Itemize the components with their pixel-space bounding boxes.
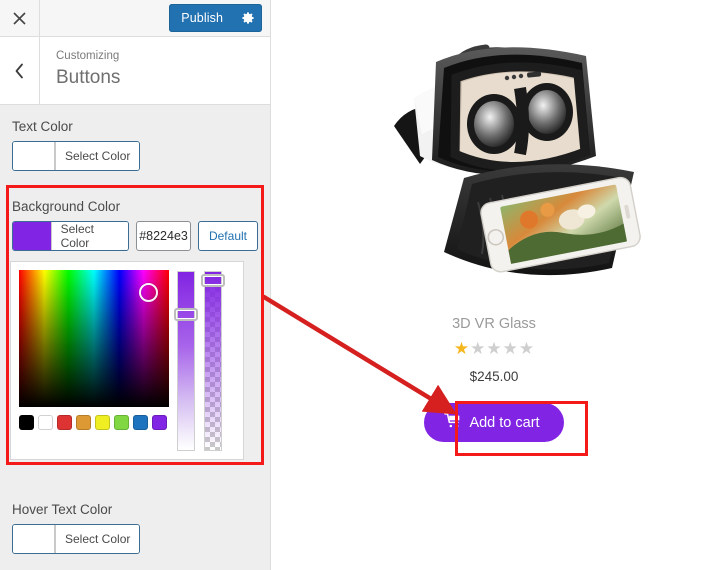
control-label-background-color: Background Color <box>12 199 121 214</box>
panel-subtitle: Customizing <box>56 50 120 62</box>
star-icon: ★ <box>502 339 518 358</box>
hue-slider-handle[interactable] <box>174 308 198 321</box>
color-control-row-background-color: Select Color #8224e3 Default <box>12 221 258 251</box>
add-to-cart-wrap: Add to cart <box>424 403 564 442</box>
color-control-row-text-color: Select Color <box>12 141 258 171</box>
alpha-slider[interactable] <box>201 271 225 451</box>
palette-swatches <box>19 415 169 430</box>
palette-swatch[interactable] <box>152 415 167 430</box>
star-icon: ★ <box>518 339 535 358</box>
star-icon: ★ <box>470 339 486 358</box>
picker-cursor[interactable] <box>139 283 158 302</box>
palette-swatch[interactable] <box>114 415 129 430</box>
select-color-button-hover-text-color[interactable]: Select Color <box>12 524 141 554</box>
star-icon: ★ <box>453 339 470 358</box>
gear-icon[interactable] <box>234 4 262 32</box>
publish-button[interactable]: Publish <box>169 4 234 32</box>
select-color-label: Select Color <box>50 222 129 250</box>
color-control-row-hover-text-color: Select Color <box>12 524 258 554</box>
default-button[interactable]: Default <box>197 221 258 251</box>
customizer-sidebar: Publish Customizing Buttons Text Color S… <box>0 0 271 570</box>
palette-swatch[interactable] <box>133 415 148 430</box>
control-label-hover-text-color: Hover Text Color <box>12 502 113 517</box>
shopping-cart-icon <box>444 413 461 432</box>
control-background-color: Background Color Select Color #8224e3 De… <box>0 199 270 251</box>
color-swatch-background-color[interactable] <box>13 222 51 250</box>
page-title: Buttons <box>56 67 121 88</box>
picker-sliders <box>174 270 225 451</box>
select-color-button-background-color[interactable]: Select Color <box>12 221 130 251</box>
star-rating[interactable]: ★ ★ ★ ★ ★ <box>454 340 534 357</box>
palette-swatch[interactable] <box>38 415 53 430</box>
color-picker-popup[interactable] <box>10 261 244 460</box>
product-title: 3D VR Glass <box>452 316 536 332</box>
customizer-topbar: Publish <box>0 0 270 37</box>
chevron-left-icon[interactable] <box>0 37 40 104</box>
product-price: $245.00 <box>469 369 519 384</box>
select-color-label: Select Color <box>55 525 140 553</box>
palette-swatch[interactable] <box>57 415 72 430</box>
control-hover-text-color: Hover Text Color Select Color <box>0 502 270 554</box>
color-swatch-text-color[interactable] <box>13 142 55 170</box>
picker-left-column <box>19 270 169 451</box>
palette-swatch[interactable] <box>76 415 91 430</box>
control-label-text-color: Text Color <box>12 119 73 134</box>
site-preview-pane[interactable]: 3D VR Glass ★ ★ ★ ★ ★ $245.00 Add to car… <box>271 0 717 570</box>
close-icon[interactable] <box>0 0 40 36</box>
select-color-button-text-color[interactable]: Select Color <box>12 141 141 171</box>
product-image <box>344 6 644 306</box>
panel-titles: Customizing Buttons <box>40 37 120 104</box>
palette-swatch[interactable] <box>95 415 110 430</box>
control-list: Text Color Select Color Background Color… <box>0 105 270 554</box>
select-color-label: Select Color <box>55 142 140 170</box>
color-swatch-hover-text-color[interactable] <box>13 525 55 553</box>
customizer-screen: Publish Customizing Buttons Text Color S… <box>0 0 717 570</box>
add-to-cart-button[interactable]: Add to cart <box>424 403 564 442</box>
hex-input[interactable]: #8224e3 <box>136 221 191 251</box>
alpha-slider-handle[interactable] <box>201 274 225 287</box>
panel-header: Customizing Buttons <box>0 37 270 105</box>
add-to-cart-label: Add to cart <box>469 414 540 431</box>
saturation-value-field[interactable] <box>19 270 169 407</box>
control-text-color: Text Color Select Color <box>0 119 270 171</box>
product-card: 3D VR Glass ★ ★ ★ ★ ★ $245.00 Add to car… <box>271 0 717 442</box>
publish-button-group[interactable]: Publish <box>169 4 262 32</box>
palette-swatch[interactable] <box>19 415 34 430</box>
hue-slider[interactable] <box>174 271 198 451</box>
star-icon: ★ <box>486 339 502 358</box>
